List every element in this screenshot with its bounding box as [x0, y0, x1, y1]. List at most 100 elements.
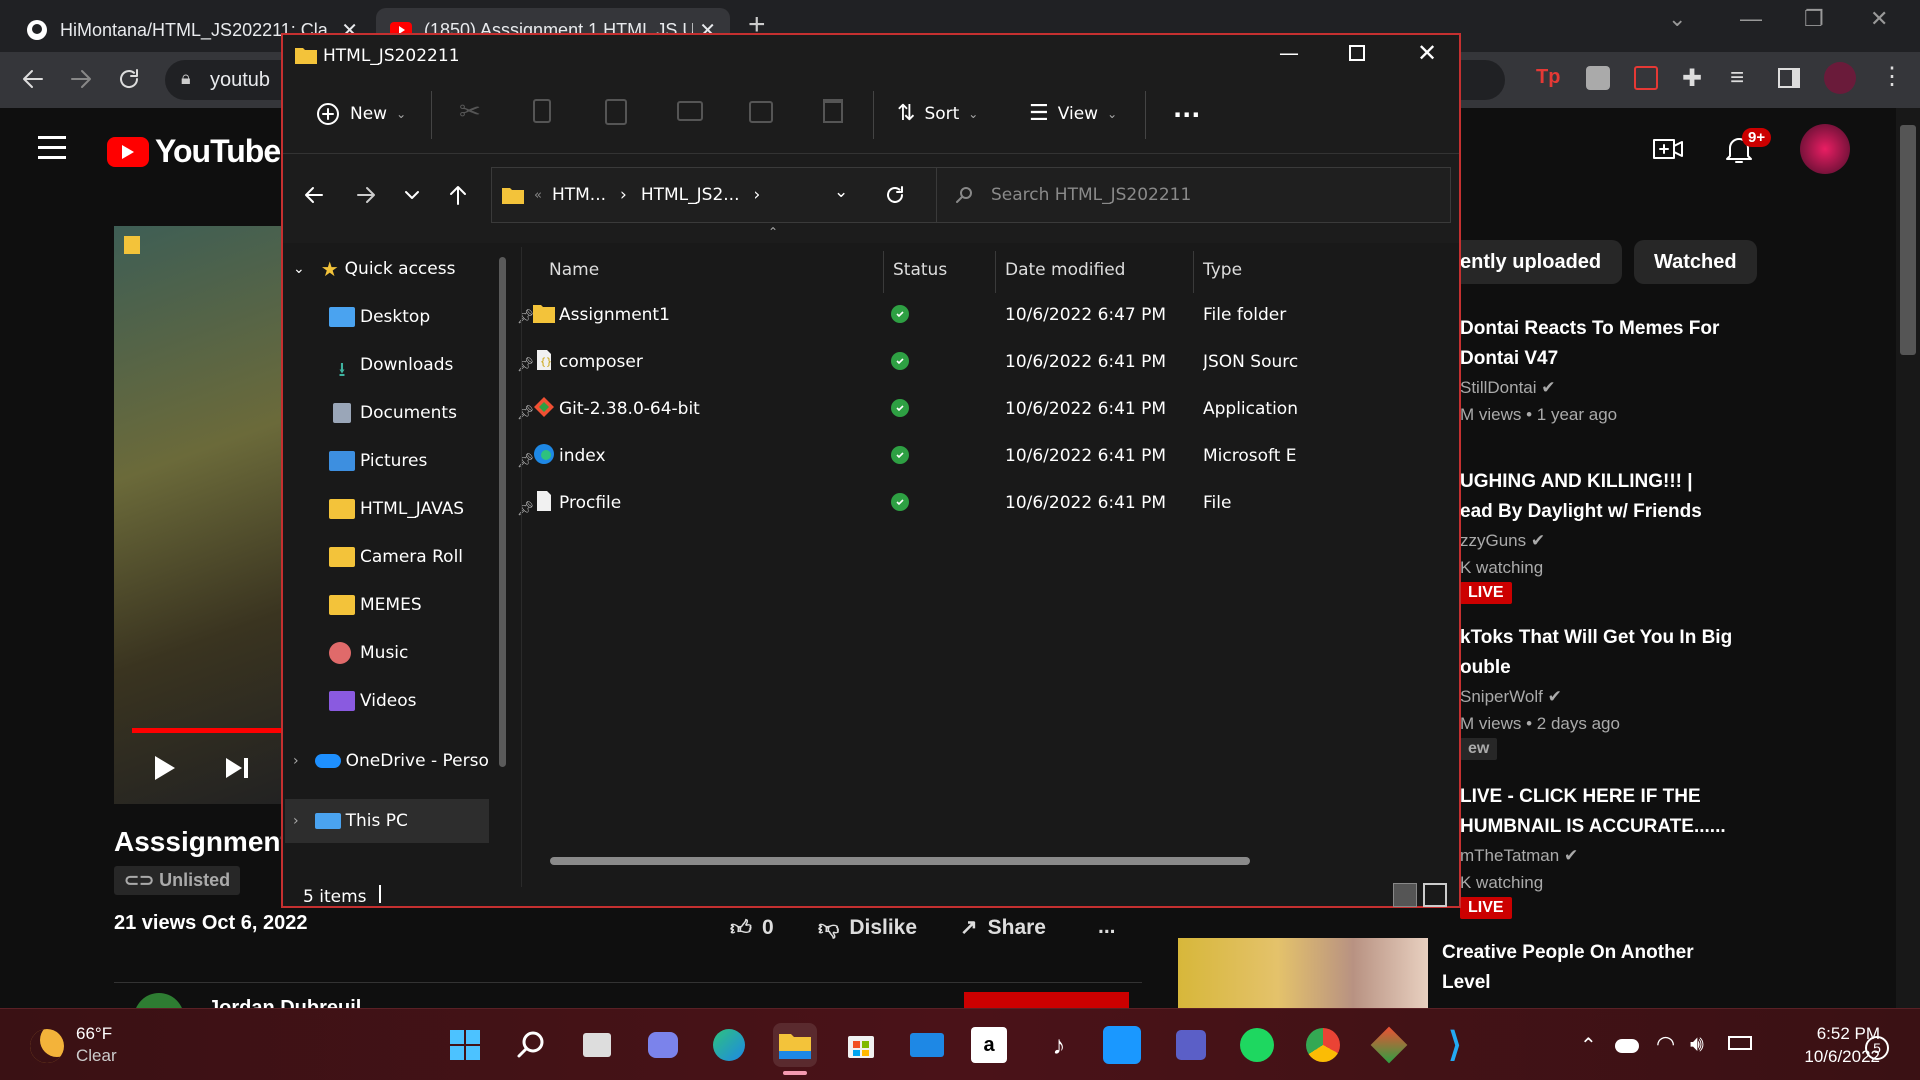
close-icon[interactable]: ✕ [1417, 39, 1437, 67]
sort-button[interactable]: ⇅ Sort ⌄ [897, 101, 978, 126]
minimize-icon[interactable]: — [1740, 6, 1762, 32]
app-diamond-icon[interactable] [1367, 1023, 1411, 1067]
microsoft-store-icon[interactable] [839, 1023, 883, 1067]
column-date-modified[interactable]: Date modified [1005, 260, 1125, 280]
back-icon[interactable] [20, 66, 46, 92]
recommended-video[interactable]: LIVE - CLICK HERE IF THE HUMBNAIL IS ACC… [1460, 782, 1760, 919]
refresh-icon[interactable] [884, 184, 906, 206]
puzzle-icon[interactable]: ✚ [1682, 64, 1702, 93]
breadcrumb-segment[interactable]: HTM... [552, 185, 606, 205]
chevron-right-icon[interactable]: › [293, 753, 299, 769]
play-icon[interactable] [152, 754, 178, 782]
extension-image-icon[interactable] [1634, 66, 1658, 90]
file-row[interactable]: {} composer 10/6/2022 6:41 PM JSON Sourc [523, 338, 1459, 385]
video-thumbnail[interactable] [1178, 938, 1428, 1008]
chevron-right-icon[interactable]: › [620, 185, 627, 205]
nav-onedrive[interactable]: › OneDrive - Perso [293, 739, 513, 783]
recommended-video[interactable]: kToks That Will Get You In Big ouble Sni… [1460, 623, 1760, 760]
delete-icon[interactable] [823, 99, 843, 123]
forward-icon[interactable] [68, 66, 94, 92]
address-dropdown-icon[interactable]: ⌄ [834, 182, 848, 202]
nav-this-pc[interactable]: › This PC [285, 799, 489, 843]
nav-item-music[interactable]: Music [329, 631, 549, 675]
moon-weather-icon[interactable] [30, 1029, 64, 1063]
new-button[interactable]: New ⌄ [315, 101, 406, 127]
maximize-icon[interactable] [1349, 45, 1365, 61]
chrome-menu-icon[interactable]: ⋮ [1880, 62, 1904, 91]
forward-icon[interactable] [355, 184, 377, 206]
file-row[interactable]: Assignment1 10/6/2022 6:47 PM File folde… [523, 291, 1459, 338]
breadcrumb-segment[interactable]: HTML_JS2... [641, 185, 740, 205]
recent-locations-icon[interactable] [403, 186, 421, 204]
cut-icon[interactable]: ✂ [459, 97, 481, 127]
media-control-icon[interactable]: ≡ [1730, 64, 1744, 92]
nav-item-camera-roll[interactable]: Camera Roll [329, 535, 549, 579]
back-icon[interactable] [303, 184, 325, 206]
overflow-icon[interactable]: « [534, 188, 542, 203]
file-row[interactable]: Git-2.38.0-64-bit 10/6/2022 6:41 PM Appl… [523, 385, 1459, 432]
tiktok-icon[interactable]: ♪ [1037, 1023, 1081, 1067]
prime-video-icon[interactable] [1103, 1026, 1141, 1064]
search-box[interactable]: Search HTML_JS202211 [936, 167, 1451, 223]
like-button[interactable]: 👍︎ 0 [730, 915, 774, 941]
extension-icon[interactable] [1586, 66, 1610, 90]
more-actions-button[interactable]: ... [1098, 915, 1116, 939]
close-window-icon[interactable]: ✕ [1870, 6, 1888, 32]
volume-icon[interactable]: 🔊︎ [1690, 1031, 1704, 1057]
recommended-video[interactable]: UGHING AND KILLING!!! | ead By Daylight … [1460, 467, 1760, 604]
side-panel-icon[interactable] [1778, 68, 1800, 88]
extension-tp-icon[interactable]: Tp [1536, 66, 1560, 89]
nav-item-documents[interactable]: Documents 📌︎ [329, 391, 549, 435]
see-more-button[interactable]: ... [1173, 95, 1200, 123]
minimize-icon[interactable]: — [1279, 41, 1299, 65]
horizontal-scrollbar[interactable] [550, 857, 1250, 865]
chevron-down-icon[interactable]: ⌄ [293, 261, 305, 277]
file-row[interactable]: index 10/6/2022 6:41 PM Microsoft E [523, 432, 1459, 479]
page-scrollbar-thumb[interactable] [1900, 125, 1916, 355]
share-icon[interactable] [749, 101, 773, 123]
chip-watched[interactable]: Watched [1634, 240, 1757, 284]
next-video-icon[interactable] [224, 756, 250, 780]
notification-count-badge[interactable]: 5 [1865, 1036, 1889, 1060]
teams-icon[interactable] [1169, 1023, 1213, 1067]
chrome-icon[interactable] [1301, 1023, 1345, 1067]
amazon-icon[interactable]: a [971, 1027, 1007, 1063]
nav-item-downloads[interactable]: ⭳ Downloads 📌︎ [329, 343, 549, 387]
file-row[interactable]: Procfile 10/6/2022 6:41 PM File [523, 479, 1459, 526]
chevron-right-icon[interactable]: › [293, 813, 299, 829]
up-icon[interactable] [447, 184, 469, 206]
column-divider[interactable] [1193, 251, 1194, 293]
chevron-right-icon[interactable]: › [753, 185, 760, 205]
column-divider[interactable] [995, 251, 996, 293]
video-progress-bar[interactable] [132, 728, 282, 733]
view-button[interactable]: ☰ View ⌄ [1029, 101, 1117, 126]
user-avatar[interactable] [1800, 124, 1850, 174]
column-name[interactable]: Name [549, 260, 599, 280]
dislike-button[interactable]: 👎︎ Dislike [818, 915, 917, 941]
spotify-icon[interactable] [1235, 1023, 1279, 1067]
tab-search-icon[interactable]: ⌄ [1668, 6, 1686, 32]
edge-icon[interactable] [707, 1023, 751, 1067]
copy-icon[interactable] [533, 99, 551, 123]
nav-item-memes[interactable]: MEMES [329, 583, 549, 627]
chat-icon[interactable] [641, 1023, 685, 1067]
reload-icon[interactable] [116, 66, 142, 92]
weather-widget[interactable]: 66°F Clear [76, 1023, 117, 1067]
battery-icon[interactable] [1728, 1036, 1752, 1050]
rename-icon[interactable] [677, 101, 703, 121]
column-type[interactable]: Type [1203, 260, 1242, 280]
large-icons-view-icon[interactable] [1423, 883, 1447, 907]
column-status[interactable]: Status [893, 260, 947, 280]
nav-item-html-javas[interactable]: HTML_JAVAS 📌︎ [329, 487, 549, 531]
column-divider[interactable] [883, 251, 884, 293]
nav-item-videos[interactable]: Videos [329, 679, 549, 723]
start-icon[interactable] [443, 1023, 487, 1067]
address-bar[interactable]: « HTM... › HTML_JS2... › ⌄ [491, 167, 951, 223]
video-player[interactable] [114, 226, 284, 804]
details-view-icon[interactable] [1393, 883, 1417, 907]
nav-item-desktop[interactable]: Desktop 📌︎ [329, 295, 549, 339]
chevron-up-icon[interactable]: ⌃ [1580, 1033, 1597, 1058]
nav-item-pictures[interactable]: Pictures 📌︎ [329, 439, 549, 483]
recommended-video[interactable]: Dontai Reacts To Memes For Dontai V47 St… [1460, 314, 1760, 428]
nav-quick-access[interactable]: ⌄ ★ Quick access [293, 247, 513, 291]
